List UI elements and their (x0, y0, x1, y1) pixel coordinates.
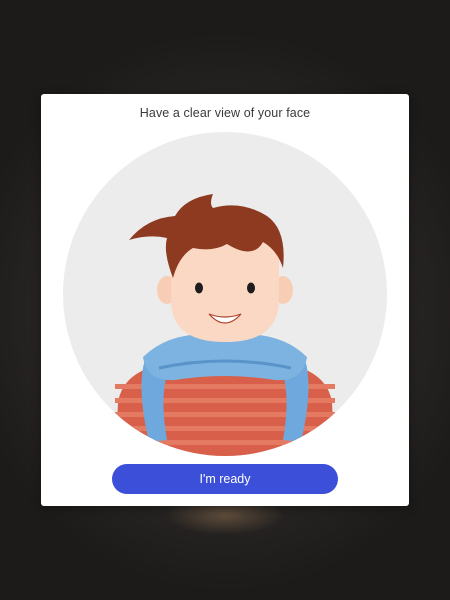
left-eye (195, 282, 203, 294)
im-ready-button[interactable]: I'm ready (112, 464, 338, 494)
face-illustration-icon (63, 132, 387, 456)
dialog-title: Have a clear view of your face (139, 106, 311, 120)
right-eye (247, 282, 255, 294)
face-check-dialog: Have a clear view of your face I'm ready (41, 94, 409, 506)
